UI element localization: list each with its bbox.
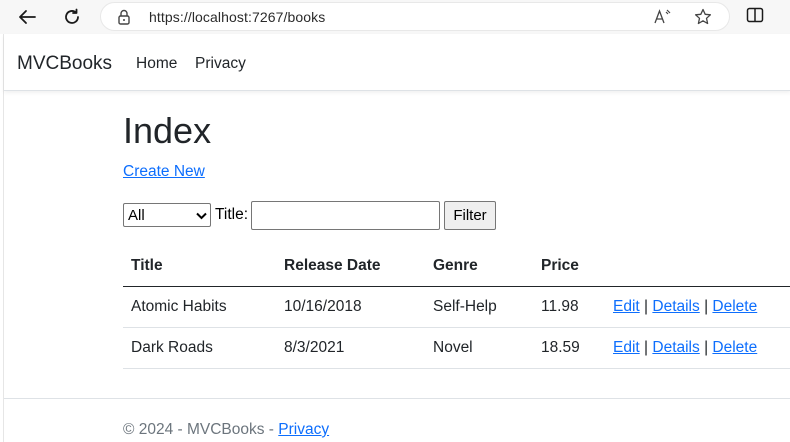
column-header-actions [605, 246, 790, 287]
cell-price: 18.59 [533, 327, 605, 369]
brand-link[interactable]: MVCBooks [17, 53, 112, 75]
title-filter-input[interactable] [251, 200, 441, 230]
back-button[interactable] [14, 5, 40, 29]
delete-link[interactable]: Delete [712, 339, 757, 356]
delete-link[interactable]: Delete [712, 298, 757, 315]
details-link[interactable]: Details [652, 298, 699, 315]
split-screen-icon [746, 7, 764, 28]
nav-link-home[interactable]: Home [136, 55, 177, 73]
lock-icon [117, 9, 131, 30]
cell-actions: Edit | Details | Delete [605, 286, 790, 328]
table-header-row: Title Release Date Genre Price [123, 246, 790, 287]
read-aloud-icon[interactable] [653, 8, 673, 26]
genre-select-value: All [128, 206, 145, 224]
column-header-price: Price [533, 246, 605, 287]
web-page: MVCBooks Home Privacy Index Create New A… [3, 34, 790, 442]
footer-text: © 2024 - MVCBooks - Privacy [123, 421, 329, 439]
browser-toolbar: https://localhost:7267/books [0, 0, 790, 34]
details-link[interactable]: Details [652, 339, 699, 356]
column-header-title: Title [123, 246, 276, 287]
cell-title: Dark Roads [123, 327, 276, 369]
filter-form: All Title: Filter [123, 200, 497, 230]
cell-genre: Self-Help [425, 286, 533, 328]
back-arrow-icon [18, 9, 36, 25]
footer-copyright: © 2024 - MVCBooks - [123, 421, 279, 438]
column-header-release-date: Release Date [276, 246, 425, 287]
edit-link[interactable]: Edit [613, 298, 640, 315]
address-bar[interactable]: https://localhost:7267/books [100, 2, 730, 31]
books-table: Title Release Date Genre Price Atomic Ha… [123, 246, 790, 369]
refresh-button[interactable] [59, 5, 85, 29]
favorite-star-icon[interactable] [693, 8, 713, 26]
table-row: Atomic Habits 10/16/2018 Self-Help 11.98… [123, 286, 790, 328]
column-header-genre: Genre [425, 246, 533, 287]
nav-link-privacy[interactable]: Privacy [195, 55, 246, 73]
cell-genre: Novel [425, 327, 533, 369]
chevron-down-icon [196, 207, 207, 224]
refresh-icon [63, 8, 81, 26]
url-text: https://localhost:7267/books [149, 9, 325, 25]
cell-release-date: 8/3/2021 [276, 327, 425, 369]
create-new-link[interactable]: Create New [123, 163, 205, 181]
title-filter-label: Title: [215, 206, 249, 223]
genre-select[interactable]: All [123, 203, 211, 227]
edit-link[interactable]: Edit [613, 339, 640, 356]
footer-privacy-link[interactable]: Privacy [278, 421, 329, 438]
cell-release-date: 10/16/2018 [276, 286, 425, 328]
url-path: :7267/books [247, 9, 326, 25]
cell-title: Atomic Habits [123, 286, 276, 328]
table-row: Dark Roads 8/3/2021 Novel 18.59 Edit | D… [123, 327, 790, 369]
filter-button[interactable]: Filter [444, 200, 497, 230]
url-host: localhost [191, 9, 248, 25]
split-screen-button[interactable] [744, 6, 766, 28]
cell-price: 11.98 [533, 286, 605, 328]
site-navbar: MVCBooks Home Privacy [4, 34, 790, 91]
cell-actions: Edit | Details | Delete [605, 327, 790, 369]
url-scheme: https:// [149, 9, 192, 25]
page-title: Index [123, 110, 212, 151]
site-footer: © 2024 - MVCBooks - Privacy [4, 398, 790, 442]
